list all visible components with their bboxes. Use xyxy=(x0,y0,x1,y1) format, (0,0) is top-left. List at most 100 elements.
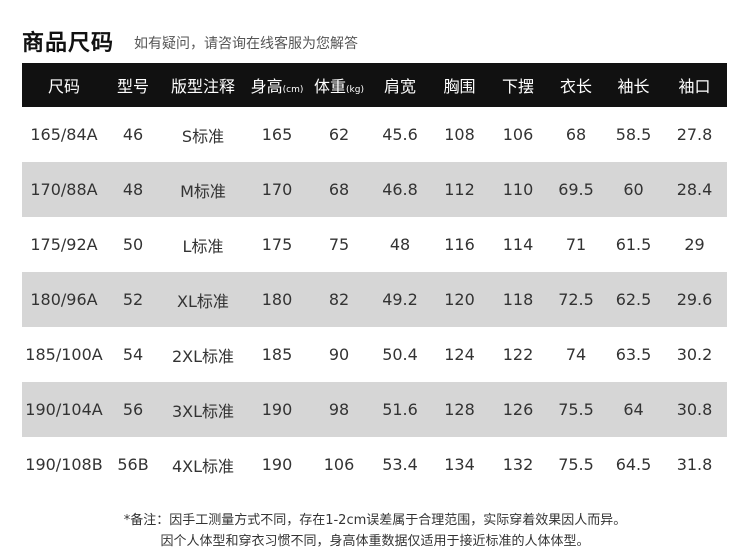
column-header-weight: 体重(kg) xyxy=(308,63,370,107)
fit-cell: L标准 xyxy=(182,236,224,256)
size-cell: 165/84A xyxy=(30,125,98,144)
column-header-fit: 版型注释 xyxy=(160,63,246,107)
shoulder-cell: 51.6 xyxy=(370,382,430,437)
length-cell: 75.5 xyxy=(547,382,605,437)
height-cell: 190 xyxy=(261,455,293,474)
column-header-cuff: 袖口 xyxy=(662,63,727,107)
cuff-cell: 27.8 xyxy=(676,125,713,144)
fit-cell: M标准 xyxy=(160,162,246,217)
table-row: 175/92A 50 L标准 175 75 48 116 114 71 61.5… xyxy=(22,217,727,272)
weight-cell: 82 xyxy=(308,272,370,327)
fit-cell: S标准 xyxy=(181,126,225,146)
sleeve-cell: 58.5 xyxy=(615,125,652,144)
hem-cell: 114 xyxy=(502,235,534,254)
table-row: 190/104A 56 3XL标准 190 98 51.6 128 126 75… xyxy=(22,382,727,437)
size-cell: 170/88A xyxy=(22,162,106,217)
hem-cell: 110 xyxy=(489,162,547,217)
shoulder-cell: 46.8 xyxy=(370,162,430,217)
footnote: *备注：因手工测量方式不同，存在1-2cm误差属于合理范围，实际穿着效果因人而异… xyxy=(0,510,750,552)
weight-cell: 68 xyxy=(308,162,370,217)
table-row: 170/88A 48 M标准 170 68 46.8 112 110 69.5 … xyxy=(22,162,727,217)
height-cell: 175 xyxy=(261,235,293,254)
size-cell: 185/100A xyxy=(25,345,103,364)
table-row: 180/96A 52 XL标准 180 82 49.2 120 118 72.5… xyxy=(22,272,727,327)
table-row: 190/108B 56B 4XL标准 190 106 53.4 134 132 … xyxy=(22,437,727,492)
height-cell: 170 xyxy=(246,162,308,217)
table-header-row: 尺码 型号 版型注释 身高(cm) 体重(kg) 肩宽 胸围 下摆 衣长 袖长 … xyxy=(22,63,727,107)
shoulder-cell: 48 xyxy=(389,235,411,254)
chest-cell: 124 xyxy=(444,345,475,364)
table-row: 165/84A 46 S标准 165 62 45.6 108 106 68 58… xyxy=(22,107,727,162)
shoulder-cell: 50.4 xyxy=(382,345,418,364)
page-subtitle: 如有疑问，请咨询在线客服为您解答 xyxy=(134,36,359,52)
chest-cell: 128 xyxy=(430,382,489,437)
fit-cell: 2XL标准 xyxy=(171,346,235,366)
column-header-size: 尺码 xyxy=(22,63,106,107)
length-cell: 75.5 xyxy=(558,455,594,474)
weight-cell: 62 xyxy=(328,125,350,144)
column-header-length: 衣长 xyxy=(547,63,605,107)
hem-cell: 126 xyxy=(489,382,547,437)
sleeve-cell: 60 xyxy=(605,162,662,217)
column-header-height: 身高(cm) xyxy=(246,63,308,107)
column-header-hem: 下摆 xyxy=(489,63,547,107)
table-row: 185/100A 54 2XL标准 185 90 50.4 124 122 74… xyxy=(22,327,727,382)
chest-cell: 112 xyxy=(430,162,489,217)
shoulder-cell: 45.6 xyxy=(382,125,418,144)
model-cell: 52 xyxy=(106,272,160,327)
chest-cell: 120 xyxy=(430,272,489,327)
length-cell: 69.5 xyxy=(547,162,605,217)
model-cell: 56 xyxy=(106,382,160,437)
hem-cell: 132 xyxy=(502,455,534,474)
length-cell: 74 xyxy=(565,345,587,364)
fit-cell: 3XL标准 xyxy=(160,382,246,437)
size-cell: 175/92A xyxy=(30,235,98,254)
height-cell: 190 xyxy=(246,382,308,437)
sleeve-cell: 62.5 xyxy=(605,272,662,327)
fit-cell: XL标准 xyxy=(160,272,246,327)
column-header-chest: 胸围 xyxy=(430,63,489,107)
shoulder-cell: 53.4 xyxy=(382,455,418,474)
cuff-cell: 29.6 xyxy=(662,272,727,327)
sleeve-cell: 63.5 xyxy=(615,345,652,364)
weight-cell: 98 xyxy=(308,382,370,437)
length-cell: 68 xyxy=(565,125,587,144)
length-cell: 71 xyxy=(565,235,587,254)
size-cell: 180/96A xyxy=(22,272,106,327)
cuff-cell: 29 xyxy=(684,235,705,254)
column-header-sleeve: 袖长 xyxy=(605,63,662,107)
model-cell: 54 xyxy=(122,345,144,364)
size-cell: 190/108B xyxy=(25,455,103,474)
column-header-shoulder: 肩宽 xyxy=(370,63,430,107)
size-chart-table: 尺码 型号 版型注释 身高(cm) 体重(kg) 肩宽 胸围 下摆 衣长 袖长 … xyxy=(22,63,727,492)
sleeve-cell: 61.5 xyxy=(615,235,652,254)
model-cell: 48 xyxy=(106,162,160,217)
model-cell: 56B xyxy=(117,455,149,474)
page-title: 商品尺码 xyxy=(22,31,115,56)
hem-cell: 118 xyxy=(489,272,547,327)
cuff-cell: 30.2 xyxy=(676,345,713,364)
sleeve-cell: 64.5 xyxy=(615,455,652,474)
length-cell: 72.5 xyxy=(547,272,605,327)
cuff-cell: 28.4 xyxy=(662,162,727,217)
chest-cell: 108 xyxy=(444,125,475,144)
model-cell: 46 xyxy=(122,125,144,144)
height-cell: 165 xyxy=(261,125,293,144)
page-header: 商品尺码 如有疑问，请咨询在线客服为您解答 xyxy=(22,26,358,56)
chest-cell: 116 xyxy=(444,235,475,254)
cuff-cell: 31.8 xyxy=(676,455,713,474)
footnote-line: 因个人体型和穿衣习惯不同，身高体重数据仅适用于接近标准的人体体型。 xyxy=(160,534,590,549)
footnote-line: *备注：因手工测量方式不同，存在1-2cm误差属于合理范围，实际穿着效果因人而异… xyxy=(123,513,627,528)
hem-cell: 122 xyxy=(502,345,534,364)
fit-cell: 4XL标准 xyxy=(171,456,235,476)
column-header-model: 型号 xyxy=(106,63,160,107)
chest-cell: 134 xyxy=(444,455,475,474)
model-cell: 50 xyxy=(122,235,144,254)
size-cell: 190/104A xyxy=(22,382,106,437)
shoulder-cell: 49.2 xyxy=(370,272,430,327)
cuff-cell: 30.8 xyxy=(662,382,727,437)
sleeve-cell: 64 xyxy=(605,382,662,437)
height-cell: 185 xyxy=(261,345,293,364)
height-cell: 180 xyxy=(246,272,308,327)
hem-cell: 106 xyxy=(502,125,534,144)
